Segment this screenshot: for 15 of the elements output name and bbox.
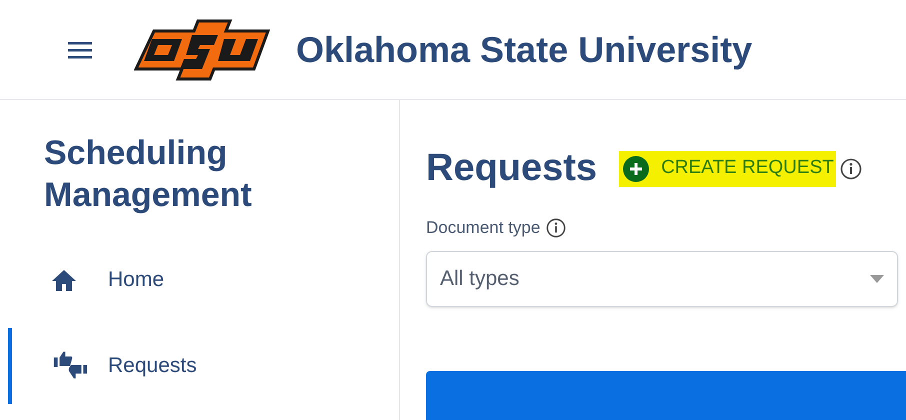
nav-item[interactable]: Home xyxy=(8,242,164,318)
dropdown-caret-icon xyxy=(870,274,884,282)
info-icon[interactable] xyxy=(840,158,862,180)
info-icon[interactable] xyxy=(546,218,566,238)
field-label: Document type xyxy=(426,217,540,239)
thumbs-up-down-icon xyxy=(52,351,88,381)
document-type-select[interactable]: All types xyxy=(426,250,898,306)
logo-icon xyxy=(134,16,270,82)
page-heading: Requests xyxy=(426,146,598,191)
plus-icon xyxy=(623,156,650,182)
home-icon xyxy=(52,269,76,291)
sidebar-title: Scheduling Management xyxy=(44,133,253,216)
nav-item[interactable]: Requests xyxy=(8,328,197,404)
site-title: Oklahoma State University xyxy=(296,28,752,72)
create-request-button[interactable]: CREATE REQUEST xyxy=(619,150,836,186)
